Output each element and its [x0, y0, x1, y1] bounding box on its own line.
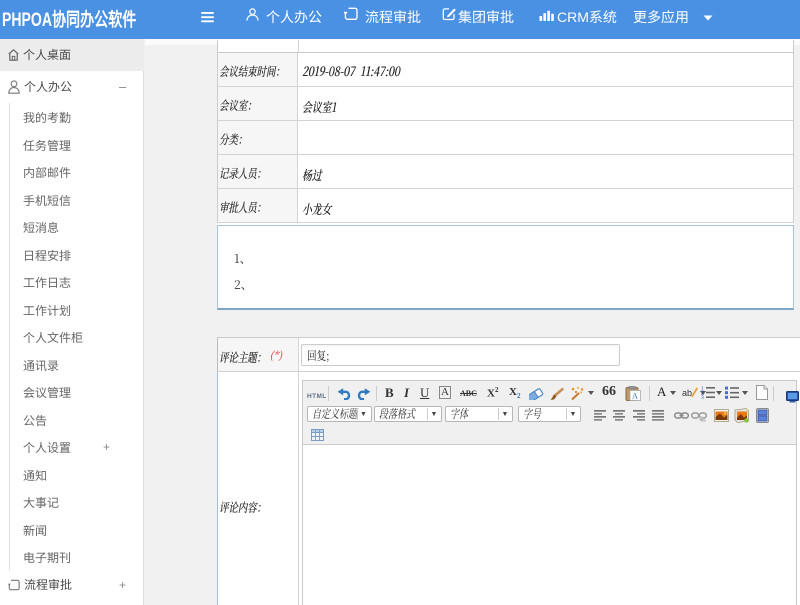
svg-text:A: A	[632, 392, 638, 401]
svg-text:3: 3	[701, 396, 704, 400]
svg-text:ab: ab	[682, 388, 692, 398]
